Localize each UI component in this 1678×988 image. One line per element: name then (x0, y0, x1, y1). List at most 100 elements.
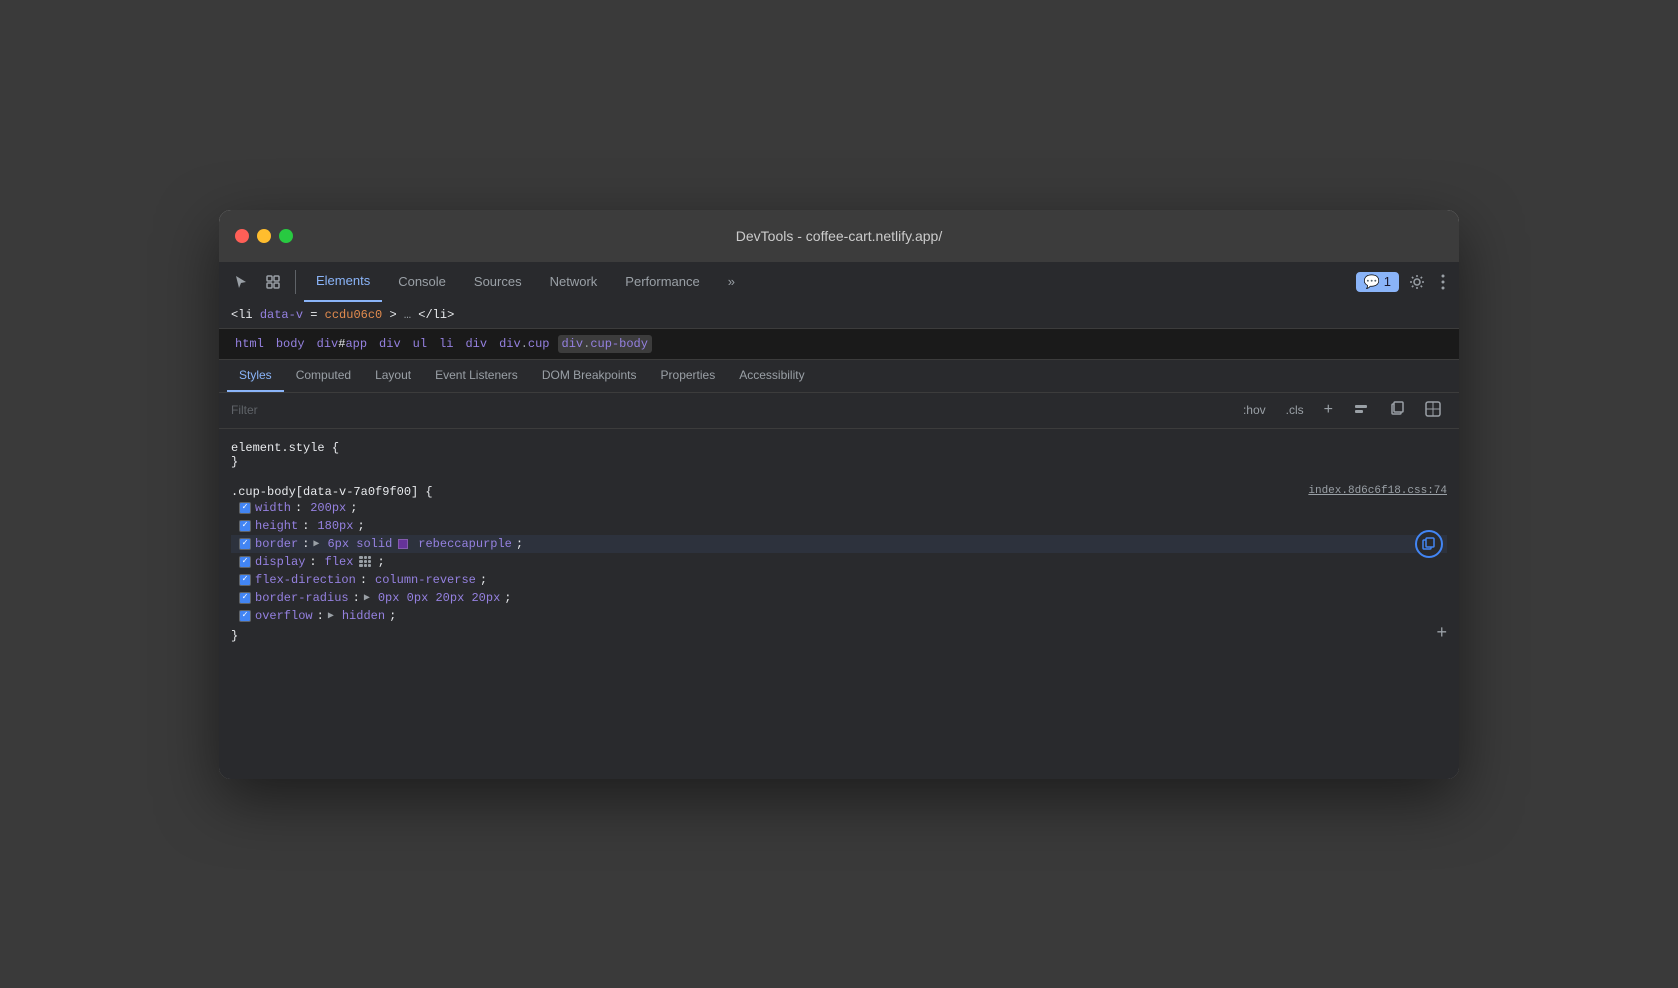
prop-border-value-6px[interactable]: 6px solid (327, 537, 392, 551)
dom-gt: > (389, 308, 396, 322)
prop-height-checkbox[interactable] (239, 520, 251, 532)
cup-body-rule: .cup-body[data-v-7a0f9f00] { index.8d6c6… (219, 481, 1459, 651)
prop-flex-direction-name: flex-direction (255, 573, 356, 587)
tab-console[interactable]: Console (386, 262, 458, 302)
dom-breadcrumb-row: <li data-v = ccdu06c0 > … </li> (219, 302, 1459, 329)
dom-close-tag: </li> (418, 308, 454, 322)
prop-flex-direction-checkbox[interactable] (239, 574, 251, 586)
tab-styles[interactable]: Styles (227, 360, 284, 392)
copy-styles-button[interactable] (1383, 399, 1411, 422)
titlebar: DevTools - coffee-cart.netlify.app/ (219, 210, 1459, 262)
prop-width-checkbox[interactable] (239, 502, 251, 514)
prop-overflow-checkbox[interactable] (239, 610, 251, 622)
prop-overflow-value[interactable]: hidden (342, 609, 385, 623)
devtools-content: Elements Console Sources Network Perform… (219, 262, 1459, 779)
filter-input[interactable] (231, 403, 1229, 417)
badge-icon: 💬 (1364, 274, 1380, 290)
tab-network[interactable]: Network (538, 262, 610, 302)
devtools-toolbar: Elements Console Sources Network Perform… (219, 262, 1459, 302)
tab-layout[interactable]: Layout (363, 360, 423, 392)
breadcrumb-div[interactable]: div (375, 335, 405, 353)
minimize-button[interactable] (257, 229, 271, 243)
tab-properties[interactable]: Properties (649, 360, 728, 392)
toolbar-right-icons: 💬 1 (1356, 270, 1451, 294)
devtools-window: DevTools - coffee-cart.netlify.app/ Elem… (219, 210, 1459, 779)
inspect-icon-button[interactable] (259, 270, 287, 294)
maximize-button[interactable] (279, 229, 293, 243)
prop-border-name: border (255, 537, 298, 551)
prop-height-row: height : 180px ; (231, 517, 1447, 535)
prop-border-radius-row: border-radius : ▶ 0px 0px 20px 20px ; (231, 589, 1447, 607)
tab-elements[interactable]: Elements (304, 262, 382, 302)
more-options-button[interactable] (1435, 270, 1451, 294)
prop-width-value[interactable]: 200px (310, 501, 346, 515)
dom-val: ccdu06c0 (325, 308, 383, 322)
issue-badge[interactable]: 💬 1 (1356, 272, 1399, 292)
element-style-close: } (231, 455, 238, 469)
add-style-button[interactable]: + (1318, 399, 1339, 421)
element-style-rule: element.style { } (219, 437, 1459, 473)
filter-bar: :hov .cls + (219, 393, 1459, 429)
filter-actions: :hov .cls + (1237, 399, 1447, 422)
cursor-icon-button[interactable] (227, 270, 255, 294)
prop-display-row: display : flex ; (231, 553, 1447, 571)
element-style-selector: element.style { (231, 441, 339, 455)
tab-performance[interactable]: Performance (613, 262, 711, 302)
breadcrumb-body[interactable]: body (272, 335, 309, 353)
tab-more[interactable]: » (716, 262, 747, 302)
breadcrumb-ul[interactable]: ul (409, 335, 431, 353)
tab-event-listeners[interactable]: Event Listeners (423, 360, 530, 392)
tab-computed[interactable]: Computed (284, 360, 363, 392)
styles-tabs: Styles Computed Layout Event Listeners D… (219, 360, 1459, 393)
prop-display-value[interactable]: flex (325, 555, 354, 569)
hov-button[interactable]: :hov (1237, 401, 1272, 419)
prop-height-name: height (255, 519, 298, 533)
dom-equals: = (310, 308, 317, 322)
window-title: DevTools - coffee-cart.netlify.app/ (736, 228, 942, 244)
prop-flex-direction-row: flex-direction : column-reverse ; (231, 571, 1447, 589)
breadcrumb-div-cup[interactable]: div.cup (495, 335, 553, 353)
close-button[interactable] (235, 229, 249, 243)
prop-border-color[interactable]: rebeccapurple (418, 537, 512, 551)
css-panel: element.style { } .cup-body[data-v-7a0f9… (219, 429, 1459, 779)
prop-border-radius-value[interactable]: 0px 0px 20px 20px (378, 591, 500, 605)
rule-close: } (231, 625, 1447, 647)
breadcrumb-html[interactable]: html (231, 335, 268, 353)
add-rule-button[interactable]: + (1436, 622, 1447, 643)
prop-flex-direction-value[interactable]: column-reverse (375, 573, 476, 587)
overflow-triangle-icon[interactable]: ▶ (328, 610, 334, 622)
badge-count: 1 (1384, 274, 1391, 289)
color-swatch-rebeccapurple[interactable] (398, 539, 408, 549)
cup-body-close-brace: } (231, 629, 238, 643)
prop-overflow-row: overflow : ▶ hidden ; (231, 607, 1447, 625)
dom-tag-open: <li (231, 308, 260, 322)
settings-icon-button[interactable] (1403, 270, 1431, 294)
prop-height-value[interactable]: 180px (317, 519, 353, 533)
tab-accessibility[interactable]: Accessibility (727, 360, 816, 392)
layout-editor-button[interactable] (1419, 399, 1447, 422)
element-state-button[interactable] (1347, 399, 1375, 422)
tab-sources[interactable]: Sources (462, 262, 534, 302)
flex-icon[interactable] (359, 556, 371, 568)
prop-border-radius-name: border-radius (255, 591, 349, 605)
prop-display-checkbox[interactable] (239, 556, 251, 568)
prop-border-radius-checkbox[interactable] (239, 592, 251, 604)
breadcrumb-div-cup-body[interactable]: div.cup-body (558, 335, 652, 353)
file-reference[interactable]: index.8d6c6f18.css:74 (1308, 485, 1447, 497)
border-radius-triangle-icon[interactable]: ▶ (364, 592, 370, 604)
element-breadcrumb: html body div#app div ul li div div.cup … (219, 329, 1459, 360)
prop-width-name: width (255, 501, 291, 515)
dom-ellipsis: … (404, 308, 411, 322)
breadcrumb-li[interactable]: li (435, 335, 457, 353)
cup-body-selector: .cup-body[data-v-7a0f9f00] { (231, 485, 433, 499)
border-triangle-icon[interactable]: ▶ (313, 538, 319, 550)
prop-border-row: border : ▶ 6px solid rebeccapurple ; (231, 535, 1447, 553)
prop-overflow-name: overflow (255, 609, 313, 623)
prop-border-checkbox[interactable] (239, 538, 251, 550)
tab-dom-breakpoints[interactable]: DOM Breakpoints (530, 360, 649, 392)
breadcrumb-div-app[interactable]: div#app (313, 335, 371, 353)
prop-display-name: display (255, 555, 305, 569)
cls-button[interactable]: .cls (1280, 401, 1310, 419)
breadcrumb-div2[interactable]: div (461, 335, 491, 353)
toolbar-divider (295, 270, 296, 294)
